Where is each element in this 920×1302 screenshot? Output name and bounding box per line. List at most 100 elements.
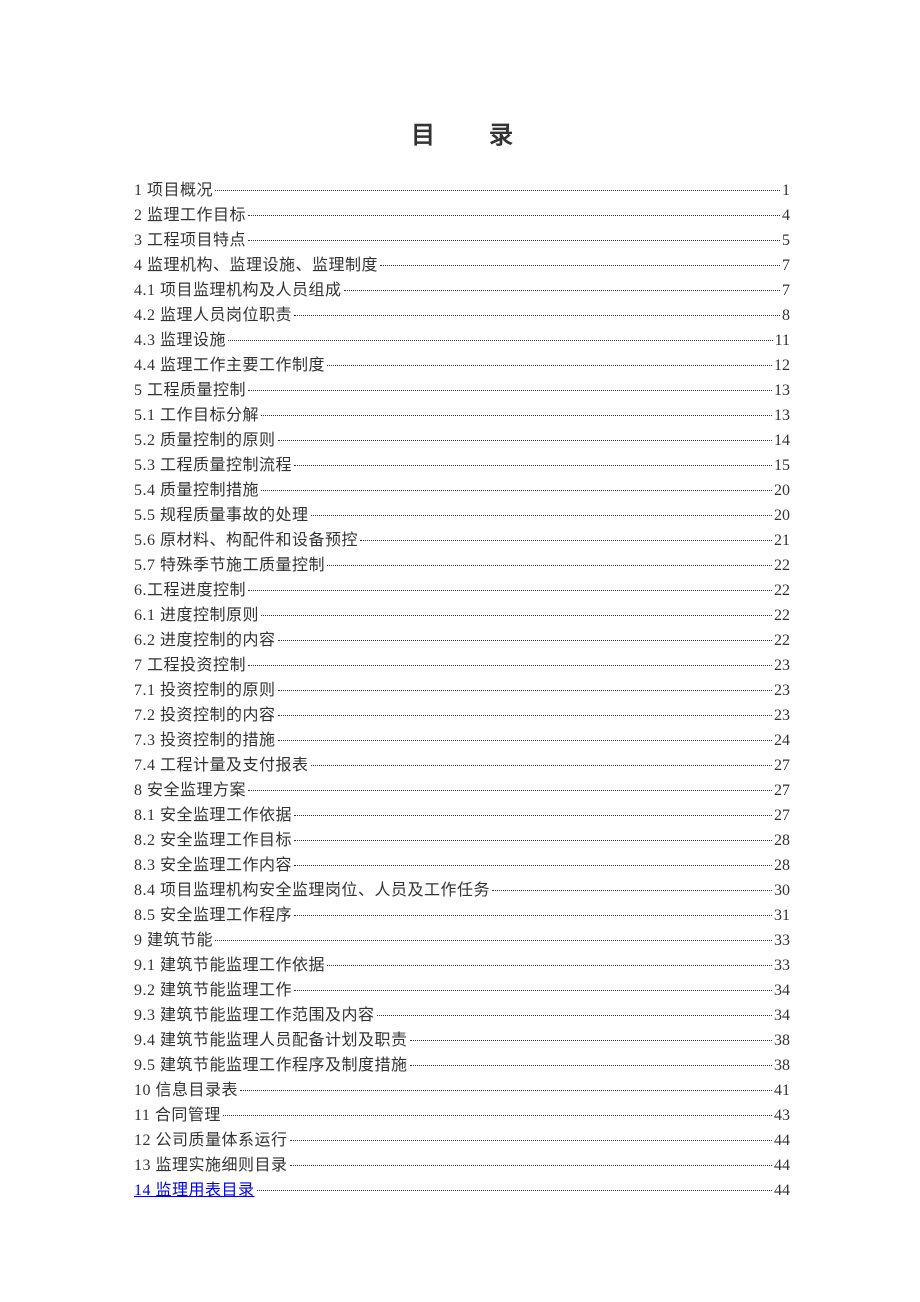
- toc-entry: 13 监理实施细则目录 44: [134, 1153, 790, 1178]
- toc-entry-page: 38: [774, 1053, 790, 1078]
- toc-entry-label: 4.3 监理设施: [134, 328, 226, 353]
- toc-entry: 8.4 项目监理机构安全监理岗位、人员及工作任务30: [134, 878, 790, 903]
- toc-entry-label: 8.2 安全监理工作目标: [134, 828, 292, 853]
- toc-entry-label: 7.1 投资控制的原则: [134, 678, 276, 703]
- toc-entry-page: 34: [774, 978, 790, 1003]
- toc-entry-label: 8.4 项目监理机构安全监理岗位、人员及工作任务: [134, 878, 490, 903]
- toc-entry-label: 9.4 建筑节能监理人员配备计划及职责: [134, 1028, 408, 1053]
- toc-entry: 9.4 建筑节能监理人员配备计划及职责38: [134, 1028, 790, 1053]
- toc-leader-dots: [278, 740, 772, 741]
- toc-leader-dots: [294, 840, 772, 841]
- toc-entry-page: 41: [774, 1078, 790, 1103]
- toc-entry-label: 9.3 建筑节能监理工作范围及内容: [134, 1003, 375, 1028]
- toc-entry-page: 21: [774, 528, 790, 553]
- toc-entry-page: 7: [782, 253, 790, 278]
- toc-entry-page: 12: [774, 353, 790, 378]
- toc-entry: 10 信息目录表 41: [134, 1078, 790, 1103]
- toc-entry-page: 13: [774, 378, 790, 403]
- toc-entry: 4.4 监理工作主要工作制度 12: [134, 353, 790, 378]
- toc-leader-dots: [344, 290, 780, 291]
- toc-leader-dots: [248, 590, 772, 591]
- toc-entry-page: 4: [782, 203, 790, 228]
- toc-entry-page: 27: [774, 753, 790, 778]
- toc-entry-label: 4.4 监理工作主要工作制度: [134, 353, 325, 378]
- toc-entry-label: 5.3 工程质量控制流程: [134, 453, 292, 478]
- toc-entry-page: 7: [782, 278, 790, 303]
- toc-leader-dots: [248, 240, 780, 241]
- toc-leader-dots: [311, 515, 772, 516]
- toc-entry-label: 5.7 特殊季节施工质量控制: [134, 553, 325, 578]
- toc-entry: 5.5 规程质量事故的处理20: [134, 503, 790, 528]
- toc-leader-dots: [248, 790, 772, 791]
- toc-entry-label: 4.2 监理人员岗位职责: [134, 303, 292, 328]
- toc-entry-label: 6.工程进度控制: [134, 578, 246, 603]
- toc-entry: 4.3 监理设施11: [134, 328, 790, 353]
- toc-leader-dots: [290, 1165, 772, 1166]
- toc-entry: 3 工程项目特点5: [134, 228, 790, 253]
- toc-entry-label: 8.5 安全监理工作程序: [134, 903, 292, 928]
- toc-leader-dots: [327, 965, 772, 966]
- toc-entry: 8 安全监理方案 27: [134, 778, 790, 803]
- toc-entry-page: 27: [774, 778, 790, 803]
- toc-leader-dots: [294, 315, 780, 316]
- toc-leader-dots: [492, 890, 772, 891]
- toc-entry-page: 33: [774, 928, 790, 953]
- toc-entry-label: 5.1 工作目标分解: [134, 403, 259, 428]
- toc-entry: 5.7 特殊季节施工质量控制22: [134, 553, 790, 578]
- toc-entry-page: 15: [774, 453, 790, 478]
- toc-entry-label: 13 监理实施细则目录: [134, 1153, 288, 1178]
- toc-leader-dots: [257, 1190, 772, 1191]
- toc-entry-label: 5 工程质量控制: [134, 378, 246, 403]
- toc-entry: 8.5 安全监理工作程序31: [134, 903, 790, 928]
- toc-leader-dots: [290, 1140, 772, 1141]
- toc-entry-label: 5.2 质量控制的原则: [134, 428, 276, 453]
- toc-entry-page: 28: [774, 853, 790, 878]
- toc-entry-label: 11 合同管理: [134, 1103, 221, 1128]
- toc-entry: 1 项目概况 1: [134, 178, 790, 203]
- toc-entry-label: 5.4 质量控制措施: [134, 478, 259, 503]
- toc-entry-label: 8.1 安全监理工作依据: [134, 803, 292, 828]
- toc-entry-page: 34: [774, 1003, 790, 1028]
- toc-entry: 5.6 原材料、构配件和设备预控21: [134, 528, 790, 553]
- toc-entry-label: 8 安全监理方案: [134, 778, 246, 803]
- toc-entry: 5.2 质量控制的原则14: [134, 428, 790, 453]
- toc-entry-page: 22: [774, 628, 790, 653]
- toc-entry-page: 1: [782, 178, 790, 203]
- toc-entry: 8.1 安全监理工作依据27: [134, 803, 790, 828]
- toc-entry-label[interactable]: 14 监理用表目录: [134, 1178, 255, 1203]
- toc-leader-dots: [294, 815, 772, 816]
- toc-entry-label: 2 监理工作目标: [134, 203, 246, 228]
- toc-entry-label: 1 项目概况: [134, 178, 213, 203]
- toc-leader-dots: [248, 215, 780, 216]
- toc-entry-page: 44: [774, 1128, 790, 1153]
- toc-entry-label: 8.3 安全监理工作内容: [134, 853, 292, 878]
- toc-entry-label: 9.5 建筑节能监理工作程序及制度措施: [134, 1053, 408, 1078]
- toc-leader-dots: [294, 990, 772, 991]
- toc-entry-label: 5.5 规程质量事故的处理: [134, 503, 309, 528]
- toc-entry: 9.2 建筑节能监理工作34: [134, 978, 790, 1003]
- toc-entry-page: 8: [782, 303, 790, 328]
- toc-entry: 5 工程质量控制 13: [134, 378, 790, 403]
- toc-leader-dots: [240, 1090, 772, 1091]
- toc-leader-dots: [215, 940, 772, 941]
- toc-leader-dots: [261, 490, 772, 491]
- toc-leader-dots: [261, 415, 772, 416]
- toc-entry: 4.2 监理人员岗位职责 8: [134, 303, 790, 328]
- toc-entry: 4 监理机构、监理设施、监理制度7: [134, 253, 790, 278]
- toc-leader-dots: [248, 390, 772, 391]
- toc-title: 目 录: [134, 115, 790, 150]
- toc-entry-page: 44: [774, 1153, 790, 1178]
- toc-entry-page: 33: [774, 953, 790, 978]
- toc-entry: 7.2 投资控制的内容23: [134, 703, 790, 728]
- toc-entry: 8.3 安全监理工作内容 28: [134, 853, 790, 878]
- toc-entry-label: 10 信息目录表: [134, 1078, 238, 1103]
- toc-leader-dots: [327, 365, 772, 366]
- toc-entry: 9.3 建筑节能监理工作范围及内容 34: [134, 1003, 790, 1028]
- toc-entry[interactable]: 14 监理用表目录44: [134, 1178, 790, 1203]
- toc-entry: 9 建筑节能33: [134, 928, 790, 953]
- toc-entry-page: 22: [774, 603, 790, 628]
- toc-entry-page: 23: [774, 678, 790, 703]
- toc-entry: 7.4 工程计量及支付报表27: [134, 753, 790, 778]
- toc-entry-page: 24: [774, 728, 790, 753]
- toc-entry-label: 7.2 投资控制的内容: [134, 703, 276, 728]
